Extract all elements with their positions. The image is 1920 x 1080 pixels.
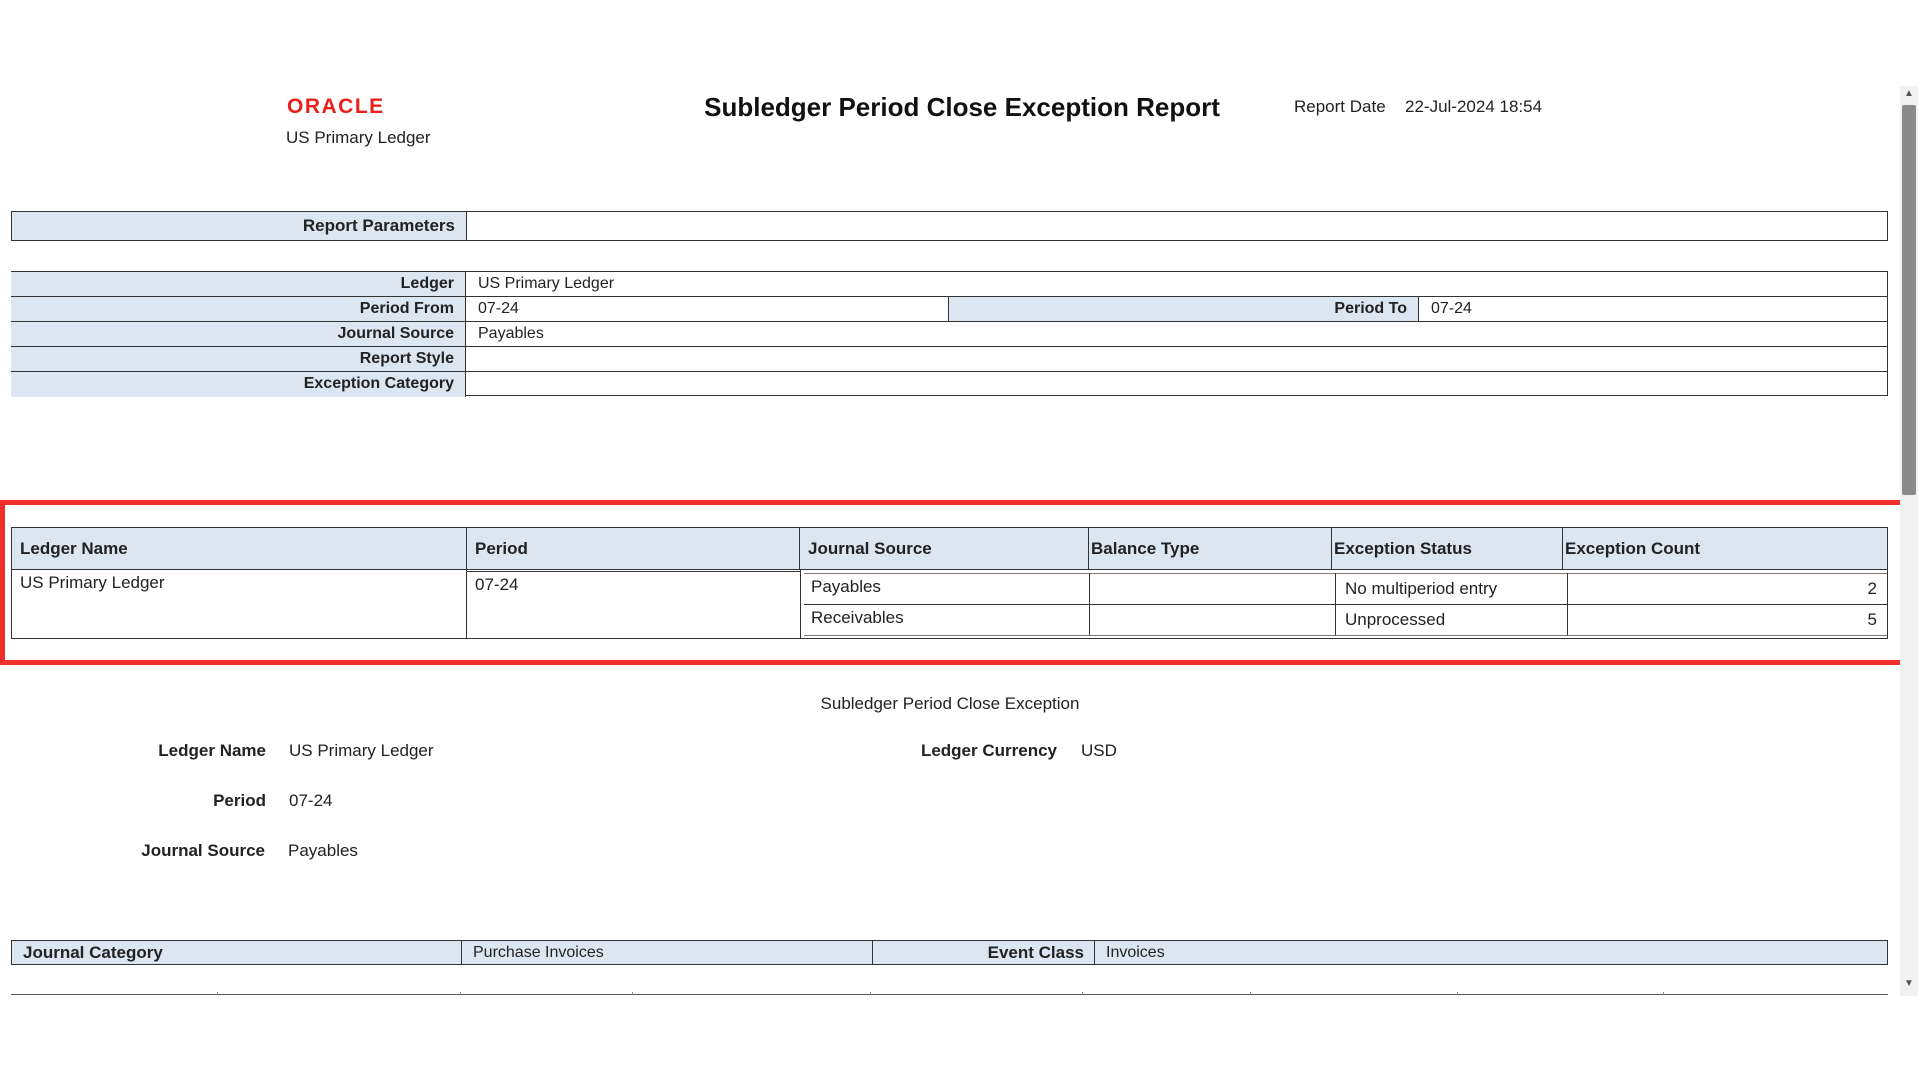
event-class-value: Invoices [1106,944,1165,961]
detail-ledger-name-value: US Primary Ledger [289,741,434,760]
detail-ledger-name-label: Ledger Name [158,741,266,760]
param-exception-category-label: Exception Category [11,372,466,397]
param-exception-category-value [466,372,1888,397]
report-date-label: Report Date [1294,97,1386,116]
highlight-box [0,500,1910,665]
journal-category-bar: Journal Category Purchase Invoices Event… [11,940,1888,965]
param-period-to-label: Period To [949,297,1419,321]
scroll-down-icon[interactable]: ▼ [1903,978,1915,990]
report-parameters-label: Report Parameters [12,212,467,240]
param-report-style-value [466,347,1888,371]
param-row-journal-source: Journal Source Payables [11,322,1888,347]
detail-ledger-currency-value: USD [1081,741,1117,760]
detail-period-label: Period [213,791,266,810]
param-report-style-label: Report Style [11,347,466,371]
table-bottom-rule [11,994,1888,995]
param-row-exception-category: Exception Category [11,372,1888,397]
detail-journal-source-label: Journal Source [141,841,265,860]
oracle-logo: ORACLE [287,95,385,118]
param-period-from-label: Period From [11,297,466,321]
header-ledger-name: US Primary Ledger [286,128,431,147]
journal-category-label: Journal Category [12,941,462,964]
detail-period-value: 07-24 [289,791,333,810]
param-journal-source-label: Journal Source [11,322,466,346]
journal-category-value: Purchase Invoices [462,941,873,964]
param-row-report-style: Report Style [11,347,1888,372]
param-period-to-value: 07-24 [1431,300,1472,317]
report-title: Subledger Period Close Exception Report [704,92,1220,122]
detail-journal-source-value: Payables [288,841,358,860]
scroll-up-icon[interactable]: ▲ [1903,88,1915,100]
param-period-from-value: 07-24 [466,297,949,321]
param-row-ledger: Ledger US Primary Ledger [11,272,1888,297]
scrollbar-thumb[interactable] [1902,105,1916,495]
param-ledger-value: US Primary Ledger [478,275,615,292]
param-ledger-label: Ledger [11,272,466,296]
report-date-value: 22-Jul-2024 18:54 [1405,97,1543,116]
detail-ledger-currency-label: Ledger Currency [920,741,1057,760]
report-parameters-heading: Report Parameters [11,211,1888,241]
detail-section-title: Subledger Period Close Exception [820,694,1080,713]
event-class-label: Event Class [873,941,1095,964]
param-row-period: Period From 07-24 Period To 07-24 [11,297,1888,322]
param-journal-source-value: Payables [478,325,544,342]
